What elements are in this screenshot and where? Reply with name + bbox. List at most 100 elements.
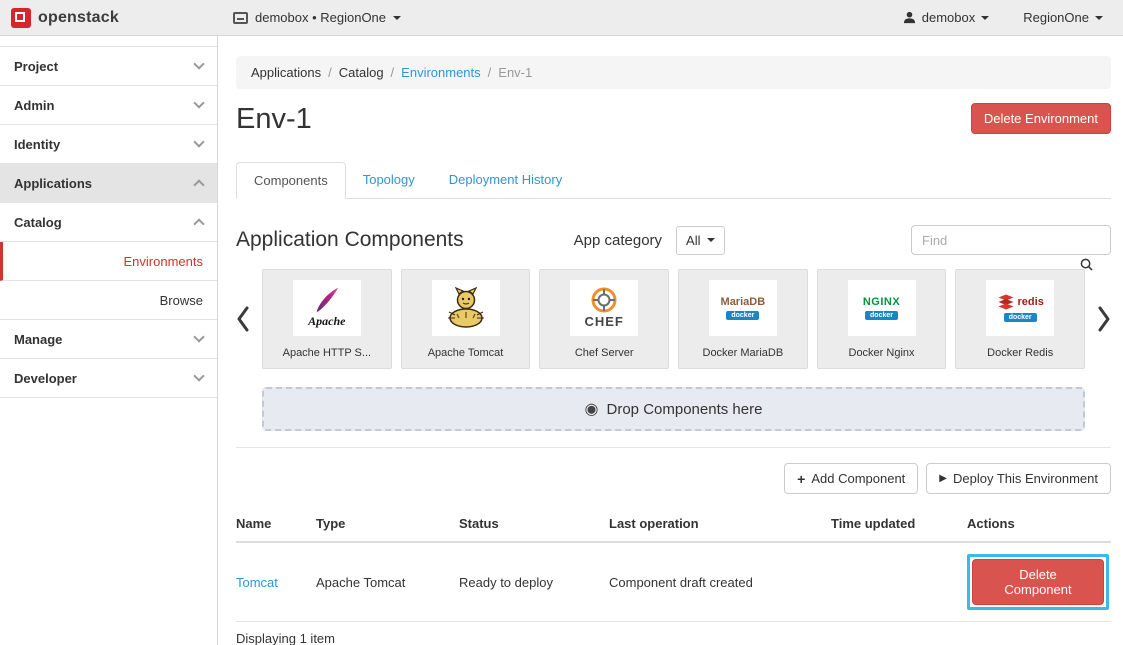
col-time-updated: Time updated [831, 508, 967, 542]
card-label: Docker Redis [987, 347, 1053, 359]
col-status: Status [459, 508, 609, 542]
app-category-label: App category [574, 232, 662, 249]
tomcat-logo [432, 280, 500, 336]
user-menu[interactable]: demobox [903, 10, 989, 25]
chef-logo-text: CHEF [584, 314, 623, 329]
breadcrumb-separator: / [488, 65, 492, 80]
col-actions: Actions [967, 508, 1111, 542]
main-content: Applications / Catalog / Environments / … [219, 36, 1123, 645]
user-icon [903, 11, 916, 24]
find-input[interactable] [911, 225, 1111, 255]
sidebar-item-applications[interactable]: Applications [0, 164, 217, 203]
chevron-down-icon [193, 58, 204, 69]
sidebar-item-admin[interactable]: Admin [0, 86, 217, 125]
breadcrumb: Applications / Catalog / Environments / … [236, 56, 1111, 89]
component-card-docker-mariadb[interactable]: MariaDB docker Docker MariaDB [678, 269, 808, 369]
search-icon[interactable] [1080, 258, 1093, 276]
breadcrumb-separator: / [391, 65, 395, 80]
chevron-down-icon [193, 370, 204, 381]
deploy-environment-label: Deploy This Environment [953, 471, 1098, 486]
card-label: Apache Tomcat [428, 347, 504, 359]
chevron-down-icon [981, 16, 989, 20]
card-label: Chef Server [575, 347, 634, 359]
mariadb-logo-text: MariaDB [721, 296, 766, 308]
tabs: Components Topology Deployment History [236, 162, 1111, 199]
carousel-prev-icon[interactable] [236, 306, 262, 332]
component-status: Ready to deploy [459, 542, 609, 622]
redis-logo-text: redis [1018, 296, 1044, 308]
table-footer-count: Displaying 1 item [236, 631, 1111, 645]
apache-logo-text: Apache [308, 314, 345, 329]
card-label: Apache HTTP S... [283, 347, 371, 359]
sidebar-item-developer[interactable]: Developer [0, 359, 217, 398]
components-table: Name Type Status Last operation Time upd… [236, 508, 1111, 622]
section-title: Application Components [236, 228, 464, 252]
components-carousel: Apache Apache HTTP S... [236, 269, 1111, 369]
component-last-operation: Component draft created [609, 542, 831, 622]
table-header-row: Name Type Status Last operation Time upd… [236, 508, 1111, 542]
breadcrumb-item-catalog: Catalog [339, 65, 384, 80]
component-card-apache-http[interactable]: Apache Apache HTTP S... [262, 269, 392, 369]
component-card-apache-tomcat[interactable]: Apache Tomcat [401, 269, 531, 369]
drop-components-zone[interactable]: ◉ Drop Components here [262, 387, 1085, 431]
user-menu-label: demobox [922, 10, 975, 25]
delete-environment-button[interactable]: Delete Environment [971, 103, 1111, 134]
card-label: Docker Nginx [849, 347, 915, 359]
drop-zone-label: Drop Components here [607, 401, 763, 418]
sidebar-item-catalog[interactable]: Catalog [0, 203, 217, 242]
mariadb-logo: MariaDB docker [709, 280, 777, 336]
chevron-up-icon [193, 179, 204, 190]
sidebar-item-label: Project [14, 59, 58, 74]
page-title: Env-1 [236, 103, 312, 136]
apache-http-logo: Apache [293, 280, 361, 336]
component-card-docker-redis[interactable]: redis docker Docker Redis [955, 269, 1085, 369]
component-name-link[interactable]: Tomcat [236, 575, 278, 590]
component-card-docker-nginx[interactable]: NGINX docker Docker Nginx [817, 269, 947, 369]
sidebar-item-label: Applications [14, 176, 92, 191]
sidebar-item-environments[interactable]: Environments [0, 242, 217, 281]
sidebar-item-label: Catalog [14, 215, 62, 230]
breadcrumb-item-current: Env-1 [498, 65, 532, 80]
sidebar-item-browse[interactable]: Browse [0, 281, 217, 320]
category-filter-dropdown[interactable]: All [676, 226, 725, 255]
project-region-switcher[interactable]: demobox • RegionOne [233, 10, 401, 25]
carousel-next-icon[interactable] [1085, 306, 1111, 332]
sidebar-item-identity[interactable]: Identity [0, 125, 217, 164]
chevron-down-icon [393, 16, 401, 20]
breadcrumb-item-environments[interactable]: Environments [401, 65, 480, 80]
docker-badge: docker [865, 311, 898, 320]
chef-logo: CHEF [570, 280, 638, 336]
component-card-chef-server[interactable]: CHEF Chef Server [539, 269, 669, 369]
sidebar-item-label: Identity [14, 137, 60, 152]
chevron-down-icon [1095, 16, 1103, 20]
sidebar-item-project[interactable]: Project [0, 47, 217, 86]
nginx-logo-text: NGINX [863, 296, 900, 308]
title-row: Env-1 Delete Environment [236, 103, 1111, 136]
navbar-right: demobox RegionOne [903, 10, 1123, 25]
components-section-header: Application Components App category All [236, 225, 1111, 255]
component-cards: Apache Apache HTTP S... [262, 269, 1085, 369]
sidebar-item-label: Manage [14, 332, 62, 347]
add-component-button[interactable]: + Add Component [784, 463, 918, 494]
environment-toolbar: + Add Component ▶ Deploy This Environmen… [236, 463, 1111, 494]
plus-icon: + [797, 472, 805, 486]
domain-icon [233, 12, 248, 24]
breadcrumb-item-applications: Applications [251, 65, 321, 80]
region-menu[interactable]: RegionOne [1023, 10, 1103, 25]
context-switcher-label: demobox • RegionOne [255, 10, 386, 25]
tab-components[interactable]: Components [236, 162, 346, 199]
sidebar-item-manage[interactable]: Manage [0, 320, 217, 359]
delete-component-button[interactable]: Delete Component [972, 559, 1104, 605]
table-row: Tomcat Apache Tomcat Ready to deploy Com… [236, 542, 1111, 622]
deploy-environment-button[interactable]: ▶ Deploy This Environment [926, 463, 1111, 494]
tab-deployment-history[interactable]: Deployment History [432, 162, 579, 198]
tab-topology[interactable]: Topology [346, 162, 432, 198]
docker-badge: docker [1004, 313, 1037, 322]
chevron-down-icon [193, 136, 204, 147]
col-name: Name [236, 508, 316, 542]
category-filter-value: All [686, 233, 700, 248]
add-component-label: Add Component [811, 471, 905, 486]
openstack-logo-icon [11, 8, 31, 28]
breadcrumb-separator: / [328, 65, 332, 80]
openstack-brand[interactable]: openstack [0, 8, 207, 28]
